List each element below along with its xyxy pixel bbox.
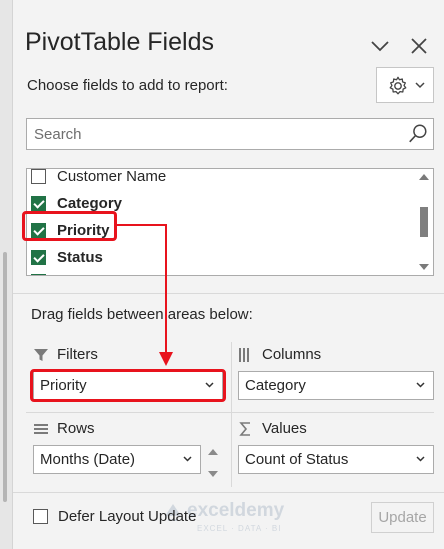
tools-button[interactable] [376, 67, 434, 103]
sigma-icon [239, 421, 250, 436]
row-field-months-date[interactable]: Months (Date) [40, 451, 135, 468]
dropdown-arrow-icon [415, 82, 425, 89]
scroll-down-icon[interactable] [419, 264, 429, 270]
area-splitter-vertical [231, 342, 232, 487]
filters-highlight-box [30, 369, 226, 402]
sheet-edge [0, 0, 12, 549]
filters-label: Filters [57, 346, 98, 363]
field-item-partial[interactable] [31, 269, 57, 275]
values-label: Values [262, 420, 307, 437]
defer-checkbox[interactable] [33, 509, 48, 524]
rows-label: Rows [57, 420, 95, 437]
values-dropbox[interactable]: Count of Status [238, 445, 434, 474]
priority-highlight-box [22, 211, 117, 241]
section-divider [13, 293, 444, 294]
value-field-count-of-status[interactable]: Count of Status [245, 451, 348, 468]
field-list-scrollbar[interactable] [415, 169, 433, 275]
scroll-thumb[interactable] [420, 207, 428, 237]
field-item-customer-name[interactable]: Customer Name [31, 168, 167, 188]
watermark-subtitle: EXCEL · DATA · BI [197, 524, 282, 533]
filter-icon [34, 348, 48, 361]
column-field-category[interactable]: Category [245, 377, 306, 394]
columns-area-header: Columns [238, 346, 321, 363]
chevron-down-icon[interactable] [183, 456, 192, 462]
scroll-up-icon[interactable] [419, 174, 429, 180]
footer-divider [13, 492, 444, 493]
arrow-vertical-segment [165, 224, 167, 354]
arrow-head [159, 352, 173, 366]
field-checkbox[interactable] [31, 169, 46, 184]
chevron-down-icon[interactable] [368, 34, 392, 58]
pivottable-fields-pane: PivotTable Fields Choose fields to add t… [12, 0, 444, 549]
watermark-name: exceldemy [187, 500, 285, 521]
area-splitter-horizontal [26, 412, 434, 413]
field-label: Category [57, 194, 123, 212]
sheet-edge-bar [3, 252, 7, 502]
defer-label: Defer Layout Update [58, 508, 197, 525]
field-checkbox[interactable] [31, 273, 46, 275]
gear-icon [389, 76, 407, 95]
values-area-header: Values [238, 420, 307, 437]
arrow-horizontal-segment [117, 224, 167, 226]
field-item-status[interactable]: Status [31, 245, 103, 269]
columns-icon [239, 347, 249, 362]
field-checkbox[interactable] [31, 249, 46, 265]
rows-scrollbar[interactable] [207, 446, 219, 480]
choose-fields-label: Choose fields to add to report: [27, 77, 228, 94]
close-icon[interactable] [407, 34, 431, 58]
columns-label: Columns [262, 346, 322, 363]
rows-dropbox[interactable]: Months (Date) [33, 445, 201, 474]
field-search-box[interactable] [26, 118, 434, 150]
columns-dropbox[interactable]: Category [238, 371, 434, 400]
rows-icon [34, 423, 48, 434]
chevron-down-icon[interactable] [416, 382, 425, 388]
search-input[interactable] [28, 120, 394, 148]
update-button[interactable]: Update [371, 502, 434, 533]
search-icon[interactable] [407, 123, 429, 145]
field-label: Customer Name [57, 168, 167, 185]
drag-fields-label: Drag fields between areas below: [31, 306, 253, 323]
filters-area-header: Filters [33, 346, 98, 363]
defer-layout-update[interactable]: Defer Layout Update [33, 508, 196, 525]
pane-title: PivotTable Fields [25, 28, 214, 56]
chevron-down-icon[interactable] [416, 456, 425, 462]
field-label: Status [57, 248, 103, 266]
field-checkbox[interactable] [31, 195, 46, 211]
rows-area-header: Rows [33, 420, 95, 437]
